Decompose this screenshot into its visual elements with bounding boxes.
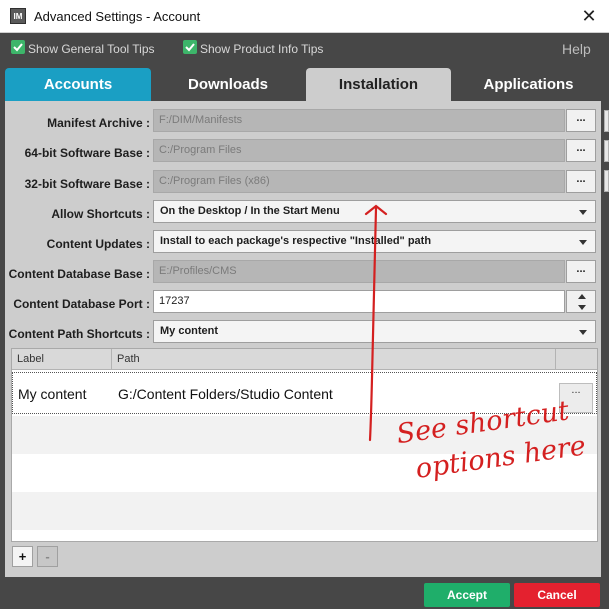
software-base-64-browse-button[interactable]: ... (566, 139, 596, 162)
tab-installation[interactable]: Installation (306, 68, 451, 101)
remove-shortcut-button[interactable]: - (37, 546, 58, 567)
add-shortcut-button[interactable]: + (12, 546, 33, 567)
software-base-64-field[interactable]: C:/Program Files (153, 139, 565, 162)
content-database-port-stepper[interactable] (566, 290, 596, 313)
content-path-shortcuts-label: Content Path Shortcuts : (8, 327, 150, 341)
software-base-32-field[interactable]: C:/Program Files (x86) (153, 170, 565, 193)
tab-applications[interactable]: Applications (452, 68, 605, 101)
content-path-shortcuts-value: My content (160, 325, 219, 337)
software-base-32-browse-button[interactable]: ... (566, 170, 596, 193)
tab-accounts[interactable]: Accounts (5, 68, 151, 101)
app-icon: IM (10, 8, 26, 24)
product-info-tips-label[interactable]: Show Product Info Tips (200, 42, 323, 56)
chevron-down-icon (579, 330, 587, 335)
window-title: Advanced Settings - Account (34, 9, 201, 24)
content-database-port-input[interactable]: 17237 (153, 290, 565, 313)
row-browse-button[interactable]: ... (559, 383, 593, 413)
software-base-64-label: 64-bit Software Base : (24, 146, 150, 160)
checkmark-icon (13, 43, 23, 52)
content-database-base-field[interactable]: E:/Profiles/CMS (153, 260, 565, 283)
empty-row (12, 416, 597, 454)
table-header: Label Path (12, 349, 597, 370)
allow-shortcuts-select[interactable]: On the Desktop / In the Start Menu (153, 200, 596, 223)
column-header-path[interactable]: Path (117, 353, 140, 365)
content-updates-value: Install to each package's respective "In… (160, 235, 432, 247)
manifest-archive-label: Manifest Archive : (47, 116, 150, 130)
content-database-base-label: Content Database Base : (8, 267, 150, 281)
close-icon[interactable]: ✕ (578, 5, 600, 27)
accept-button[interactable]: Accept (424, 583, 510, 607)
manifest-archive-browse-button[interactable]: ... (566, 109, 596, 132)
row-path-cell[interactable]: G:/Content Folders/Studio Content (118, 386, 333, 402)
checkmark-icon (185, 43, 195, 52)
path-shortcuts-table: Label Path My content G:/Content Folders… (11, 348, 598, 542)
content-path-shortcuts-select[interactable]: My content (153, 320, 596, 343)
column-divider[interactable] (555, 349, 556, 370)
column-divider[interactable] (111, 349, 112, 370)
content-updates-label: Content Updates : (46, 237, 150, 251)
allow-shortcuts-label: Allow Shortcuts : (51, 207, 150, 221)
column-header-label[interactable]: Label (17, 353, 44, 365)
background-window-edge (604, 110, 609, 132)
chevron-down-icon (579, 240, 587, 245)
background-window-edge (604, 170, 609, 192)
content-database-port-label: Content Database Port : (13, 297, 150, 311)
general-tool-tips-label[interactable]: Show General Tool Tips (28, 42, 155, 56)
general-tool-tips-checkbox[interactable] (11, 40, 25, 54)
software-base-32-label: 32-bit Software Base : (24, 177, 150, 191)
help-link[interactable]: Help (562, 41, 591, 57)
tab-downloads[interactable]: Downloads (152, 68, 304, 101)
table-row[interactable]: My content G:/Content Folders/Studio Con… (12, 372, 597, 414)
row-label-cell[interactable]: My content (18, 386, 86, 402)
background-window-edge (604, 140, 609, 162)
product-info-tips-checkbox[interactable] (183, 40, 197, 54)
empty-row (12, 492, 597, 530)
manifest-archive-field[interactable]: F:/DIM/Manifests (153, 109, 565, 132)
chevron-up-icon[interactable] (578, 294, 586, 299)
content-database-base-browse-button[interactable]: ... (566, 260, 596, 283)
chevron-down-icon (579, 210, 587, 215)
allow-shortcuts-value: On the Desktop / In the Start Menu (160, 205, 340, 217)
title-bar: IM Advanced Settings - Account ✕ (0, 0, 609, 33)
content-updates-select[interactable]: Install to each package's respective "In… (153, 230, 596, 253)
cancel-button[interactable]: Cancel (514, 583, 600, 607)
chevron-down-icon[interactable] (578, 305, 586, 310)
